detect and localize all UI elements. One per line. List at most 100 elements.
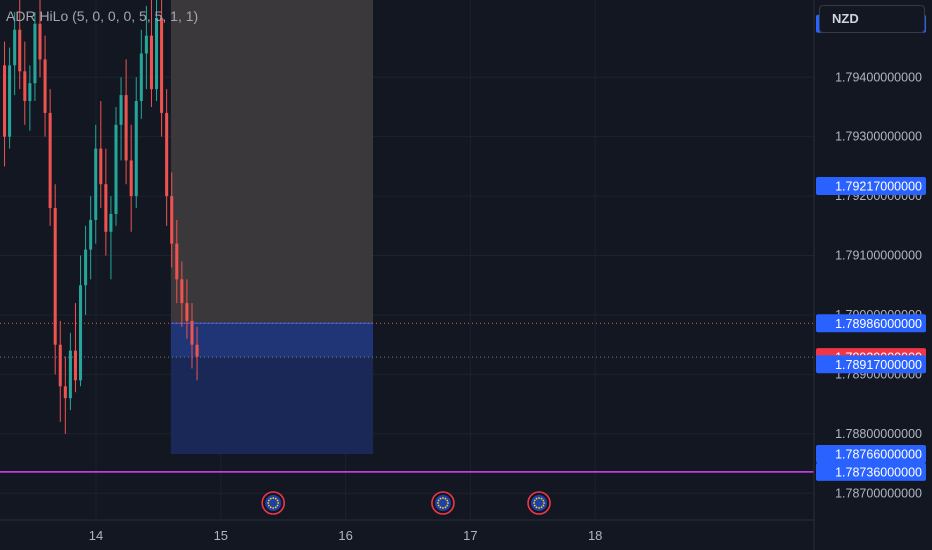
candle-body xyxy=(109,213,113,232)
event-flag-star xyxy=(446,499,449,502)
date-tick-label: 16 xyxy=(338,528,352,543)
candle[interactable] xyxy=(3,41,7,167)
candlestick-series[interactable] xyxy=(3,0,199,434)
candle-body xyxy=(68,350,72,399)
candle[interactable] xyxy=(53,184,57,375)
event-flag-star xyxy=(269,497,272,500)
candle-body xyxy=(33,23,37,84)
candle-body xyxy=(99,148,103,185)
date-axis-bg xyxy=(0,520,814,550)
position-tool[interactable] xyxy=(170,0,374,455)
candle[interactable] xyxy=(23,41,27,125)
candle-body xyxy=(149,35,153,90)
event-flag-star xyxy=(269,506,272,509)
candle-body xyxy=(38,23,42,60)
candle-body xyxy=(165,112,169,197)
event-flag-star xyxy=(533,504,536,507)
candle[interactable] xyxy=(104,148,108,256)
candle[interactable] xyxy=(124,59,128,185)
event-flag-star xyxy=(447,502,449,504)
candle-body xyxy=(155,17,159,90)
candle[interactable] xyxy=(114,106,118,226)
candle[interactable] xyxy=(134,77,138,208)
candle-body xyxy=(139,53,143,102)
price-tick-label: 1.79400000000 xyxy=(835,70,922,84)
price-tick-label: 1.79100000000 xyxy=(835,249,922,263)
event-flag-star xyxy=(538,497,540,499)
candle[interactable] xyxy=(139,29,143,119)
price-label: 1.78917000000 xyxy=(816,355,926,374)
event-flag-star xyxy=(272,507,275,509)
candle-body xyxy=(13,29,17,66)
candle-body xyxy=(43,59,47,113)
indicator-legend[interactable]: ADR HiLo (5, 0, 0, 0, 5, 5, 1, 1) xyxy=(6,8,198,24)
event-flag-star xyxy=(276,504,279,507)
event-flag-star xyxy=(538,507,540,509)
candle-body xyxy=(63,386,67,399)
active-zone xyxy=(170,323,374,358)
candle[interactable] xyxy=(43,35,47,137)
candle-body xyxy=(94,148,98,220)
candle-body xyxy=(124,95,128,161)
eu-flag-icon[interactable] xyxy=(431,491,455,515)
candle[interactable] xyxy=(68,332,72,411)
candle[interactable] xyxy=(94,124,98,244)
economic-events[interactable] xyxy=(261,491,551,515)
currency-button[interactable]: NZD xyxy=(819,5,925,33)
candle-body xyxy=(18,29,22,72)
horizontal-lines xyxy=(0,322,814,473)
candle-body xyxy=(23,71,27,102)
candle-body xyxy=(104,184,108,232)
price-label: 1.79217000000 xyxy=(816,177,926,196)
price-tick-label: 1.78700000000 xyxy=(835,486,922,500)
candle[interactable] xyxy=(28,65,32,131)
target-zone[interactable] xyxy=(170,0,374,324)
chart-area[interactable]: 1.79400000000 1.79300000000 1.79200000000 1… xyxy=(0,0,932,550)
event-flag-star xyxy=(542,504,545,507)
eu-flag-icon[interactable] xyxy=(261,491,286,515)
candle[interactable] xyxy=(8,47,12,149)
candle[interactable] xyxy=(13,11,17,96)
event-flag-star xyxy=(442,507,444,509)
event-flag-star xyxy=(442,497,444,499)
candle-body xyxy=(8,65,12,137)
event-flag-star xyxy=(444,506,447,509)
candle[interactable] xyxy=(58,320,62,422)
candle-body xyxy=(180,279,184,304)
event-flag-star xyxy=(542,499,545,502)
candle[interactable] xyxy=(79,255,83,387)
eu-flag-icon[interactable] xyxy=(527,491,551,515)
candle[interactable] xyxy=(63,356,67,434)
candle-body xyxy=(28,83,32,102)
candle[interactable] xyxy=(165,89,169,226)
candle-body xyxy=(119,95,123,125)
axes: 1.794000000001.793000000001.792000000001… xyxy=(0,0,932,550)
event-flag-star xyxy=(274,506,277,509)
event-flag-star xyxy=(439,497,442,500)
event-flag-star xyxy=(444,497,447,500)
price-chart[interactable]: 1.794000000001.793000000001.792000000001… xyxy=(0,0,932,550)
candle[interactable] xyxy=(48,89,52,226)
candle-body xyxy=(58,344,62,387)
candle-body xyxy=(89,219,93,250)
candle[interactable] xyxy=(129,124,133,232)
event-flag-star xyxy=(535,506,538,509)
candle-body xyxy=(134,101,138,197)
date-tick-label: 15 xyxy=(214,528,228,543)
candle-body xyxy=(190,320,194,345)
candle[interactable] xyxy=(99,101,103,208)
event-flag-star xyxy=(274,497,277,500)
candle[interactable] xyxy=(33,11,37,102)
candle[interactable] xyxy=(73,303,77,393)
candle[interactable] xyxy=(89,196,93,280)
event-flag-star xyxy=(446,504,449,507)
price-label-text: 1.78986000000 xyxy=(835,317,922,331)
candle[interactable] xyxy=(119,77,123,161)
event-flag-star xyxy=(439,506,442,509)
event-flag-star xyxy=(437,504,440,507)
price-label: 1.78736000000 xyxy=(816,462,926,481)
candle[interactable] xyxy=(84,225,88,315)
grid-lines xyxy=(0,0,814,520)
candle[interactable] xyxy=(109,196,113,280)
candle-body xyxy=(84,249,88,286)
